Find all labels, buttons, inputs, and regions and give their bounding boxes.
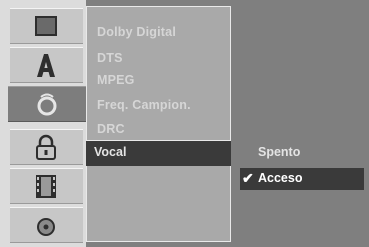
option-acceso[interactable]: ✔ Acceso [240, 168, 364, 190]
category-sidebar [0, 0, 86, 247]
menu-item-mpeg[interactable]: MPEG [97, 73, 135, 87]
sidebar-item-recording[interactable] [10, 168, 83, 204]
menu-empty-panel [86, 166, 231, 242]
setup-menu-screen: Dolby Digital DTS MPEG Freq. Campion. DR… [0, 0, 369, 247]
lock-icon [36, 134, 56, 160]
film-icon [36, 175, 56, 198]
menu-item-dts[interactable]: DTS [97, 51, 123, 65]
sidebar-item-disc[interactable] [10, 207, 83, 243]
disc-icon [37, 218, 55, 236]
display-icon [35, 16, 57, 36]
menu-item-freq-campion[interactable]: Freq. Campion. [97, 98, 191, 112]
audio-icon [37, 93, 57, 116]
menu-item-dolby-digital[interactable]: Dolby Digital [97, 25, 176, 39]
audio-menu-list: Dolby Digital DTS MPEG Freq. Campion. DR… [86, 6, 231, 141]
sidebar-item-audio[interactable] [8, 86, 86, 122]
menu-item-vocal-selected[interactable]: Vocal [86, 141, 231, 166]
sidebar-item-display[interactable] [10, 8, 83, 44]
menu-item-drc[interactable]: DRC [97, 122, 125, 136]
language-icon [37, 54, 55, 77]
option-spento[interactable]: Spento [240, 142, 364, 164]
option-acceso-label: Acceso [258, 171, 303, 185]
menu-item-vocal-label: Vocal [94, 145, 127, 159]
sidebar-item-language[interactable] [10, 47, 83, 83]
sidebar-item-lock[interactable] [10, 129, 83, 165]
checkmark-icon: ✔ [242, 170, 254, 186]
option-spento-label: Spento [258, 145, 301, 159]
